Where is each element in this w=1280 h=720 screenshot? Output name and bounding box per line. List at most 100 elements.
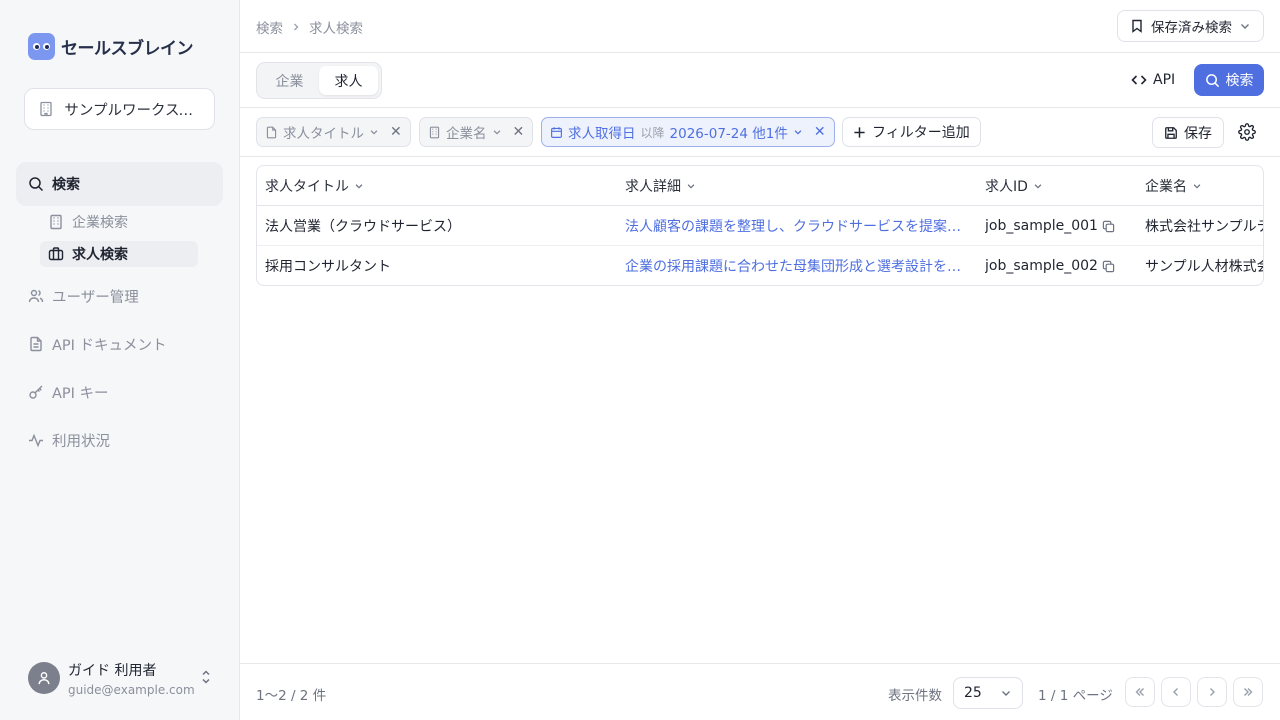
page-info: 1 / 1 ページ [1038,688,1113,704]
copy-icon[interactable] [1102,260,1115,273]
search-button[interactable]: 検索 [1194,64,1264,96]
save-button[interactable]: 保存 [1152,117,1224,148]
add-filter-label: フィルター追加 [872,125,970,141]
search-toolbar: 企業 求人 API 検索 [240,53,1280,108]
bookmark-icon [1132,19,1142,33]
sidebar-item-search[interactable]: 検索 [16,162,223,206]
search-button-label: 検索 [1225,73,1254,89]
chevron-down-icon [794,130,802,135]
logo-text: セールスブレイン [61,38,194,59]
workspace-switcher[interactable]: サンプルワークスペ... [24,88,215,130]
results-table: 求人タイトル 求人詳細 求人ID 企業名 法人営業（クラウドサービス） 法人顧客… [256,165,1264,286]
sidebar-item-usage[interactable]: 利用状況 [28,430,110,450]
avatar [28,662,60,694]
logo-eyes-icon [28,32,55,60]
gear-icon[interactable] [1238,123,1256,141]
sidebar-item-label: API ドキュメント [52,337,167,354]
sidebar-item-label: API キー [52,385,109,402]
column-header-job-detail[interactable]: 求人詳細 [625,166,965,206]
tab-job[interactable]: 求人 [319,66,378,95]
filter-chip-job-title[interactable]: 求人タイトル ✕ [256,117,411,147]
filter-chip-label: 求人タイトル [283,126,364,142]
job-detail-link[interactable]: 企業の採用課題に合わせた母集団形成と選考設計を… [625,256,961,276]
document-icon [28,336,44,352]
filter-chip-job-acquired-date[interactable]: 求人取得日 以降 2026-07-24 他1件 ✕ [541,117,835,147]
chevron-down-icon [1034,184,1042,189]
cell-job-detail[interactable]: 企業の採用課題に合わせた母集団形成と選考設計を… [625,246,965,285]
sidebar-item-label: 利用状況 [52,433,110,450]
api-button[interactable]: API [1131,69,1175,91]
sidebar-item-api-keys[interactable]: API キー [28,382,109,402]
sidebar-subitem-company-search[interactable]: 企業検索 [40,209,198,235]
result-count: 1〜2 / 2 件 [256,688,327,704]
cell-company-name: サンプル人材株式会 [1145,259,1264,275]
cell-job-id: job_sample_002 [985,246,1135,285]
activity-icon [28,432,44,448]
job-detail-link[interactable]: 法人顧客の課題を整理し、クラウドサービスを提案… [625,216,961,236]
cell-job-id: job_sample_001 [985,206,1135,246]
cell-job-title: 採用コンサルタント [265,259,391,275]
job-id-text: job_sample_001 [985,218,1098,234]
previous-page-button[interactable] [1161,677,1191,707]
last-page-button[interactable] [1233,677,1263,707]
entity-tabs: 企業 求人 [256,62,382,99]
filter-chip-company-name[interactable]: 企業名 ✕ [419,117,534,147]
chevron-right-icon [294,23,299,31]
save-button-label: 保存 [1184,125,1212,142]
filter-chip-label: 求人取得日 [568,126,636,142]
sidebar-item-api-docs[interactable]: API ドキュメント [28,334,167,354]
table-row[interactable]: 法人営業（クラウドサービス） 法人顧客の課題を整理し、クラウドサービスを提案… … [257,206,1264,246]
search-icon [29,177,44,192]
next-page-button[interactable] [1197,677,1227,707]
first-page-button[interactable] [1125,677,1155,707]
chevron-left-icon [1173,688,1178,696]
saved-search-dropdown[interactable]: 保存済み検索 [1117,10,1264,42]
chevron-down-icon [1002,691,1010,696]
sidebar-subitem-label: 求人検索 [72,247,128,263]
breadcrumb-item-current: 求人検索 [309,21,363,37]
api-button-label: API [1153,72,1176,88]
add-filter-button[interactable]: フィルター追加 [842,117,981,147]
sidebar-item-label: 検索 [52,177,80,193]
sidebar-subitem-job-search[interactable]: 求人検索 [40,241,198,267]
chevron-down-icon [493,130,500,135]
chevron-down-icon [355,184,363,189]
chevron-down-icon [1193,184,1201,189]
column-header-job-id[interactable]: 求人ID [985,166,1135,206]
chevron-down-icon [370,130,378,135]
filter-chip-value: 2026-07-24 他1件 [669,126,788,142]
filter-bar: 求人タイトル ✕ 企業名 ✕ 求人取得日 以降 2026-07-24 他1件 ✕… [240,108,1280,157]
column-header-job-title[interactable]: 求人タイトル [265,166,615,206]
key-icon [28,384,44,400]
copy-icon[interactable] [1102,220,1115,233]
column-header-label: 求人ID [985,179,1028,195]
sidebar-item-user-management[interactable]: ユーザー管理 [28,286,139,306]
close-icon[interactable]: ✕ [513,124,525,140]
cell-company-name: 株式会社サンプルテ [1145,219,1264,235]
cell-job-detail[interactable]: 法人顧客の課題を整理し、クラウドサービスを提案… [625,206,965,246]
per-page-select[interactable]: 25 [953,677,1023,709]
table-header-row: 求人タイトル 求人詳細 求人ID 企業名 [257,166,1263,206]
sidebar-subitem-label: 企業検索 [72,215,128,231]
close-icon[interactable]: ✕ [390,124,402,140]
close-icon[interactable]: ✕ [814,124,826,140]
building-icon [50,214,62,230]
tab-company[interactable]: 企業 [260,66,319,95]
search-icon [1205,73,1219,87]
sidebar-item-label: ユーザー管理 [52,289,139,306]
user-menu[interactable]: ガイド 利用者 guide@example.com [28,658,218,698]
sidebar: セールスブレイン サンプルワークスペ... 検索 企業検索 求人検索 ユーザー管… [0,0,240,720]
chevron-down-icon [1241,24,1249,29]
table-row[interactable]: 採用コンサルタント 企業の採用課題に合わせた母集団形成と選考設計を… job_s… [257,246,1264,285]
breadcrumb: 検索 求人検索 [256,17,363,37]
filter-chip-label: 企業名 [446,126,487,142]
column-header-label: 企業名 [1145,179,1187,195]
code-icon [1131,75,1147,85]
chevrons-left-icon [1135,688,1144,696]
breadcrumb-item-search[interactable]: 検索 [256,17,283,37]
column-header-company-name[interactable]: 企業名 [1145,166,1263,206]
job-id-text: job_sample_002 [985,258,1098,274]
user-icon [38,672,50,685]
app-logo[interactable]: セールスブレイン [28,32,194,60]
building-icon [37,100,54,118]
